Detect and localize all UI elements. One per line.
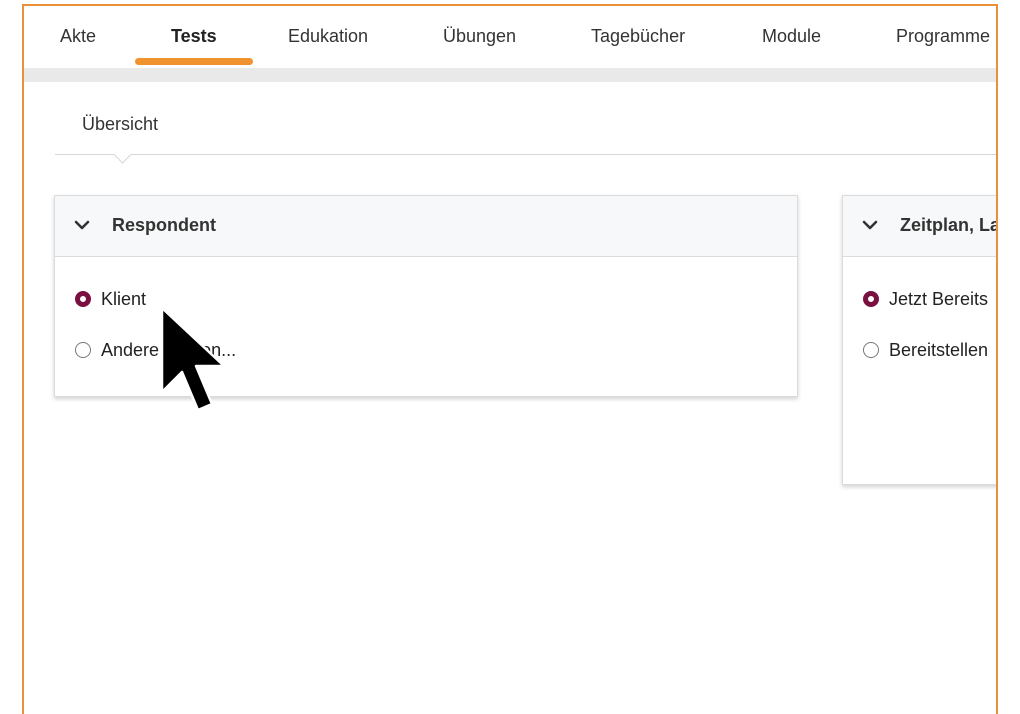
- radio-selected-icon[interactable]: [75, 291, 91, 307]
- subnav-active-caret: [113, 145, 132, 164]
- radio-option-jetzt-bereitstellen[interactable]: Jetzt Bereits: [863, 289, 988, 310]
- tab-programme[interactable]: Programme: [896, 26, 990, 47]
- radio-option-klient[interactable]: Klient: [75, 289, 146, 310]
- radio-label-klient: Klient: [101, 289, 147, 309]
- chevron-down-icon[interactable]: [73, 216, 91, 234]
- tab-uebungen[interactable]: Übungen: [443, 26, 516, 47]
- tab-edukation[interactable]: Edukation: [288, 26, 368, 47]
- header-divider-band: [24, 68, 996, 82]
- respondent-panel-header[interactable]: Respondent: [55, 196, 797, 257]
- tab-tagebuecher[interactable]: Tagebücher: [591, 26, 685, 47]
- active-tab-indicator: [135, 58, 253, 65]
- radio-unselected-icon[interactable]: [863, 342, 879, 358]
- radio-label-jetzt: Jetzt Bereits: [889, 289, 989, 309]
- top-tab-bar: Akte Tests Edukation Übungen Tagebücher …: [24, 6, 996, 68]
- tab-module[interactable]: Module: [762, 26, 821, 47]
- radio-selected-icon[interactable]: [863, 291, 879, 307]
- schedule-panel-title: Zeitplan, La: [900, 215, 998, 235]
- radio-label-bereitstellen: Bereitstellen: [889, 340, 989, 360]
- chevron-down-icon[interactable]: [861, 216, 879, 234]
- tab-akte[interactable]: Akte: [60, 26, 96, 47]
- subnav-divider: [55, 154, 996, 155]
- subnav-overview[interactable]: Übersicht: [82, 114, 158, 135]
- schedule-panel-header[interactable]: Zeitplan, La: [843, 196, 998, 257]
- schedule-panel: Zeitplan, La Jetzt Bereits Bereitstellen: [842, 195, 998, 485]
- respondent-panel-title: Respondent: [112, 215, 217, 235]
- mouse-cursor-icon: [160, 306, 226, 412]
- radio-unselected-icon[interactable]: [75, 342, 91, 358]
- radio-option-bereitstellen[interactable]: Bereitstellen: [863, 340, 988, 361]
- tab-tests[interactable]: Tests: [171, 26, 217, 47]
